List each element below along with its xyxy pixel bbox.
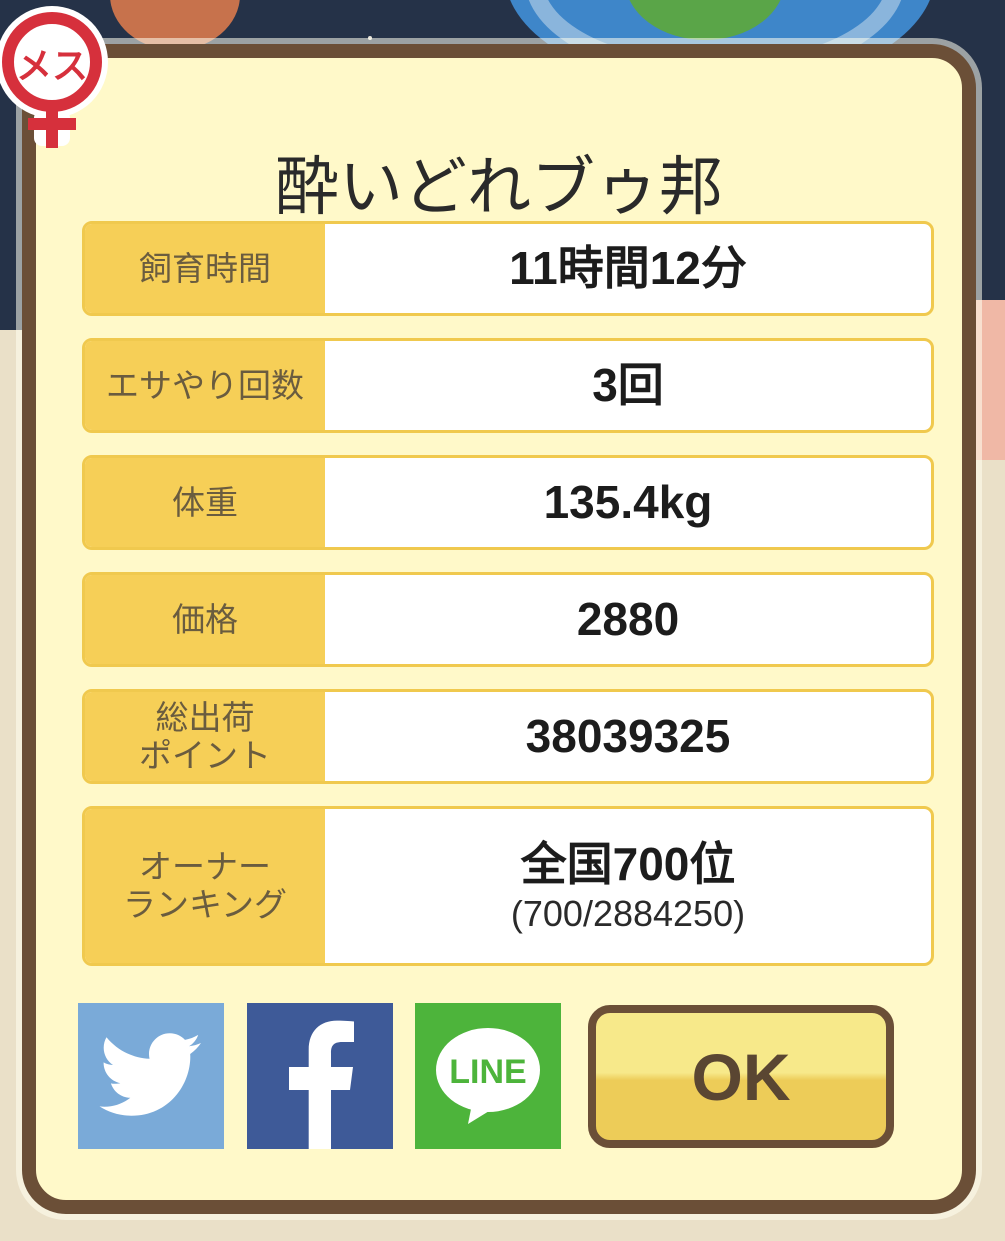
- facebook-icon: [289, 1020, 354, 1149]
- stat-value-text: 3回: [592, 358, 664, 411]
- stat-value-text: 135.4kg: [543, 475, 713, 528]
- result-screen: 酔いどれブゥ邦 メス 飼育時間 11時間12分 エサやり回数 3回 体重 135…: [0, 0, 1005, 1241]
- stat-value: 3回: [325, 341, 931, 430]
- stat-value: 11時間12分: [325, 224, 931, 313]
- background-star: [368, 36, 372, 40]
- line-label: LINE: [449, 1053, 526, 1091]
- share-facebook-button[interactable]: [247, 1003, 393, 1149]
- stat-value-text: 全国700位: [520, 837, 736, 890]
- stat-row-breeding-time: 飼育時間 11時間12分: [82, 221, 934, 316]
- stat-value-text: 38039325: [525, 709, 731, 762]
- stat-label: 飼育時間: [85, 224, 325, 313]
- share-twitter-button[interactable]: [78, 1003, 224, 1149]
- stat-label: オーナー ランキング: [85, 809, 325, 963]
- background-planet: [110, 0, 240, 50]
- stat-row-shipping-points: 総出荷 ポイント 38039325: [82, 689, 934, 784]
- stat-value: 135.4kg: [325, 458, 931, 547]
- stat-label: エサやり回数: [85, 341, 325, 430]
- stat-value: 2880: [325, 575, 931, 664]
- stat-label: 総出荷 ポイント: [85, 692, 325, 781]
- ok-button[interactable]: OK: [588, 1005, 894, 1148]
- stat-value-text: 2880: [576, 592, 680, 645]
- ranking-detail: (700/2884250): [510, 893, 746, 934]
- stat-row-feed-count: エサやり回数 3回: [82, 338, 934, 433]
- female-gender-badge-icon: メス: [0, 6, 108, 148]
- stat-value: 全国700位 (700/2884250): [325, 809, 931, 963]
- stat-row-weight: 体重 135.4kg: [82, 455, 934, 550]
- background-decoration: [975, 300, 1005, 460]
- line-icon: LINE: [436, 1028, 540, 1124]
- gender-badge-label: メス: [16, 46, 88, 87]
- stat-row-owner-ranking: オーナー ランキング 全国700位 (700/2884250): [82, 806, 934, 966]
- stat-value-text: 11時間12分: [509, 241, 747, 294]
- stat-value: 38039325: [325, 692, 931, 781]
- stat-label: 体重: [85, 458, 325, 547]
- share-line-button[interactable]: LINE: [415, 1003, 561, 1149]
- pig-name-title: 酔いどれブゥ邦: [275, 151, 723, 225]
- twitter-bird-icon: [99, 1033, 201, 1116]
- stat-row-price: 価格 2880: [82, 572, 934, 667]
- stat-label: 価格: [85, 575, 325, 664]
